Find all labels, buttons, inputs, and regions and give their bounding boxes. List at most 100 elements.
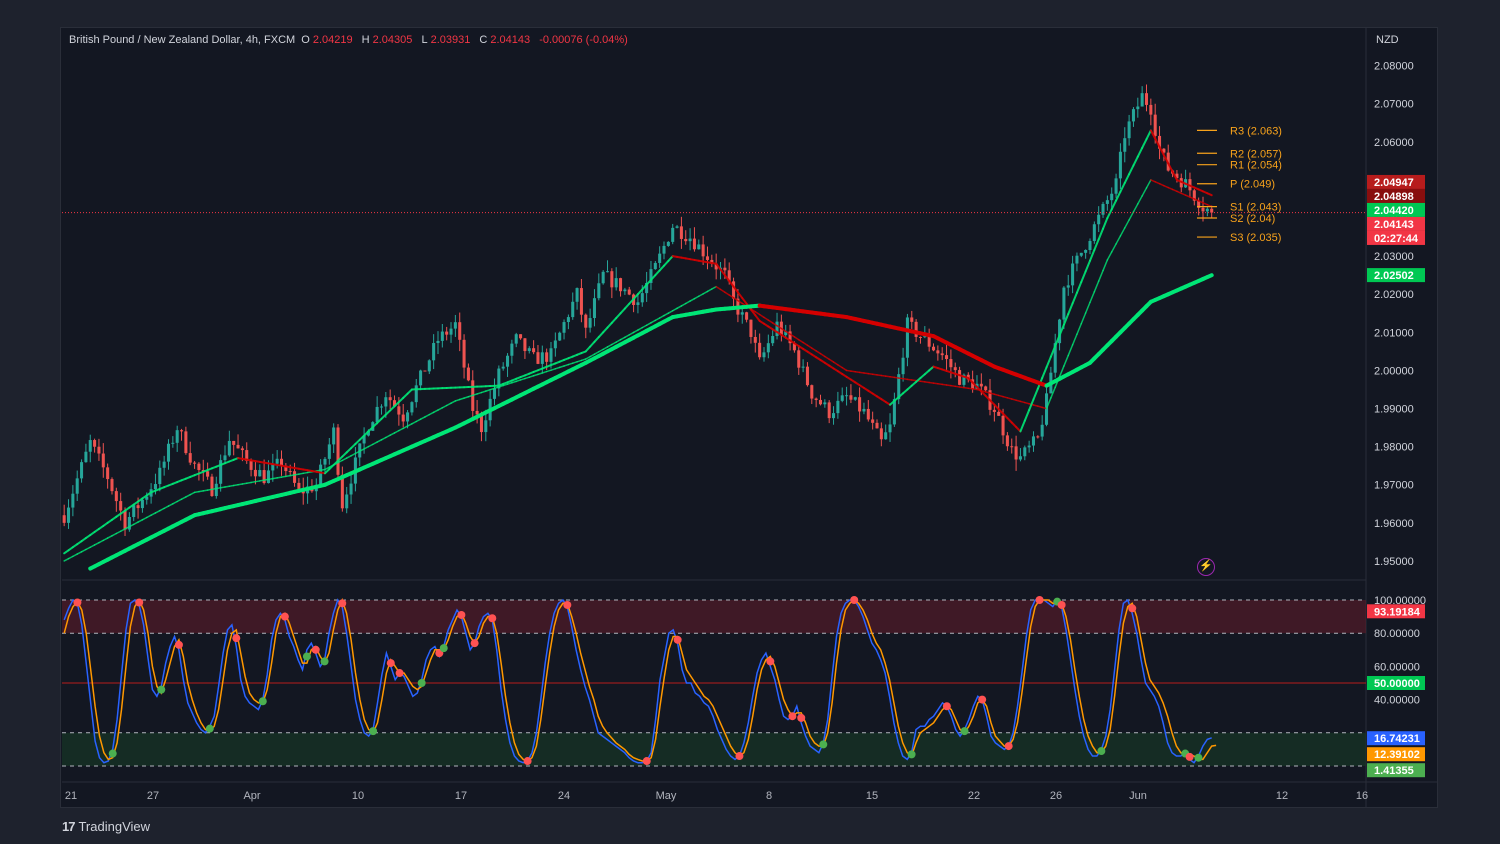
osc-badge-label: 1.41355 (1374, 765, 1414, 777)
crossover-dot (673, 635, 682, 644)
pivot-label: P (2.049) (1230, 179, 1275, 191)
candle-body (566, 317, 570, 323)
candle-body (671, 227, 675, 242)
crossover-dot (1194, 753, 1203, 762)
candle-body (984, 386, 988, 391)
time-tick: 21 (65, 790, 77, 802)
candle-body (162, 461, 166, 468)
crossover-dot (978, 695, 987, 704)
open-label: O (301, 34, 310, 46)
candle-body (119, 501, 123, 511)
candle-body (992, 409, 996, 412)
candle-body (666, 241, 670, 246)
candle-body (640, 293, 644, 303)
osc-tick: 80.00000 (1374, 628, 1420, 640)
price-tick: 1.98000 (1374, 442, 1414, 454)
candle-body (1101, 203, 1105, 215)
candle-body (1066, 285, 1070, 288)
lightning-icon[interactable]: ⚡ (1197, 558, 1215, 576)
candle-body (1097, 214, 1101, 225)
time-tick: Jun (1129, 790, 1147, 802)
candle-body (688, 238, 692, 242)
candle-body (406, 412, 410, 422)
candle-body (345, 494, 349, 509)
pivot-label: S3 (2.035) (1230, 232, 1281, 244)
candle-body (918, 336, 922, 338)
chart-canvas[interactable]: R3 (2.063) R2 (2.057)R1 (2.054) P (2.049) S… (0, 0, 1500, 844)
tradingview-brand[interactable]: 17 TradingView (62, 819, 150, 834)
crossover-dot (205, 724, 214, 733)
candle-body (532, 348, 536, 353)
candle-body (584, 314, 588, 328)
crossover-dot (819, 740, 828, 749)
candle-body (136, 505, 140, 509)
crossover-dot (157, 685, 166, 694)
candle-body (997, 411, 1001, 416)
candle-body (93, 440, 97, 447)
time-tick: 8 (766, 790, 772, 802)
candle-body (327, 444, 331, 459)
high-label: H (361, 34, 370, 46)
candle-body (862, 408, 866, 412)
crossover-dot (386, 659, 395, 668)
candle-body (227, 440, 231, 456)
crossover-dot (457, 610, 466, 619)
price-tick: 1.95000 (1374, 556, 1414, 568)
candle-body (953, 367, 957, 371)
candle-body (536, 352, 540, 364)
time-tick: Apr (243, 790, 260, 802)
time-tick: 27 (147, 790, 159, 802)
crossover-dot (232, 634, 241, 643)
crossover-dot (788, 712, 797, 721)
crossover-dot (1057, 600, 1066, 609)
candle-body (123, 510, 127, 530)
price-badge-label: 2.04143 (1374, 219, 1414, 231)
candle-body (527, 348, 531, 352)
candle-body (540, 352, 544, 364)
candle-body (319, 464, 323, 485)
candle-body (1149, 104, 1153, 115)
crossover-dot (302, 652, 311, 661)
ohlc-legend: British Pound / New Zealand Dollar, 4h, … (69, 34, 631, 46)
currency-label[interactable]: NZD (1376, 34, 1399, 46)
price-tick: 2.07000 (1374, 99, 1414, 111)
candle-body (519, 334, 523, 339)
candle-body (223, 455, 227, 461)
candle-body (675, 226, 679, 228)
candle-body (697, 244, 701, 250)
candle-body (945, 355, 949, 360)
candle-body (771, 336, 775, 344)
candle-body (466, 367, 470, 381)
candle-body (1040, 424, 1044, 437)
candle-body (1127, 121, 1131, 139)
crossover-dot (73, 598, 82, 607)
candle-body (97, 446, 101, 454)
candle-body (1062, 287, 1066, 320)
candle-body (866, 408, 870, 420)
symbol-title[interactable]: British Pound / New Zealand Dollar, 4h, … (69, 34, 295, 46)
candle-body (62, 515, 66, 523)
candle-body (323, 458, 327, 465)
candle-body (914, 321, 918, 337)
price-badge-label: 2.04898 (1374, 191, 1414, 203)
candle-body (388, 397, 392, 401)
candle-body (758, 342, 762, 358)
crossover-dot (766, 657, 775, 666)
time-tick: 24 (558, 790, 570, 802)
candle-body (1014, 446, 1018, 460)
price-badges: 2.04947 2.04898 2.04420 2.04143 02:27:44 2.02… (1367, 174, 1425, 283)
candle-body (553, 340, 557, 349)
candle-body (340, 474, 344, 509)
candle-body (1018, 456, 1022, 460)
candle-body (379, 406, 384, 408)
candle-body (449, 328, 453, 335)
brand-name: TradingView (78, 819, 151, 834)
candle-body (1036, 436, 1040, 438)
candle-body (253, 469, 257, 477)
price-tick: 1.97000 (1374, 480, 1414, 492)
crossover-dot (488, 614, 497, 623)
candle-body (158, 467, 162, 485)
candle-body (153, 484, 157, 490)
candle-body (275, 458, 279, 464)
candle-body (1001, 415, 1005, 436)
